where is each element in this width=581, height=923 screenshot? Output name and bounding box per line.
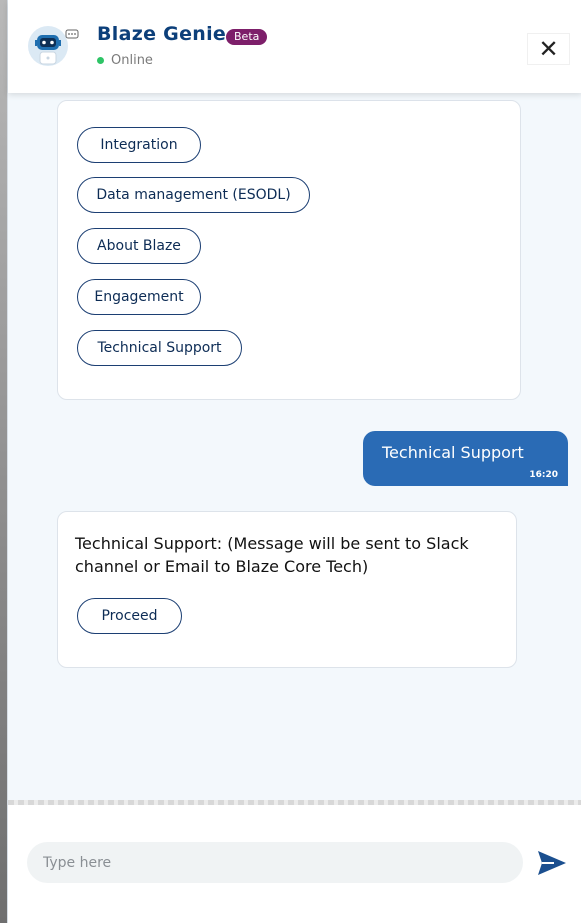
option-technical-support-button[interactable]: Technical Support [77, 330, 242, 366]
message-input[interactable] [27, 842, 523, 883]
user-message-time: 16:20 [529, 470, 558, 480]
beta-badge: Beta [226, 29, 268, 45]
bot-reply-card: Technical Support: (Message will be sent… [57, 511, 517, 668]
close-icon: ✕ [538, 35, 559, 63]
options-card: Integration Data management (ESODL) Abou… [57, 100, 521, 400]
proceed-button[interactable]: Proceed [77, 598, 182, 634]
chat-widget: Blaze Genie Beta Online ✕ Integration Da… [7, 0, 581, 923]
send-icon[interactable] [536, 849, 568, 877]
option-integration-button[interactable]: Integration [77, 127, 201, 163]
status-label: Online [111, 53, 153, 68]
user-message-text: Technical Support [382, 443, 524, 462]
chat-header: Blaze Genie Beta Online ✕ [8, 0, 581, 93]
option-engagement-button[interactable]: Engagement [77, 279, 201, 315]
message-input-wrapper [27, 842, 523, 883]
bot-name: Blaze Genie [97, 23, 227, 45]
composer [8, 805, 581, 923]
close-button[interactable]: ✕ [527, 33, 570, 65]
online-dot-icon [97, 57, 104, 64]
online-status: Online [97, 53, 153, 68]
user-message-bubble: Technical Support 16:20 [363, 431, 568, 486]
bot-reply-text: Technical Support: (Message will be sent… [75, 534, 469, 576]
option-about-blaze-button[interactable]: About Blaze [77, 228, 201, 264]
option-data-management-button[interactable]: Data management (ESODL) [77, 177, 310, 213]
bot-avatar-icon [28, 26, 79, 66]
